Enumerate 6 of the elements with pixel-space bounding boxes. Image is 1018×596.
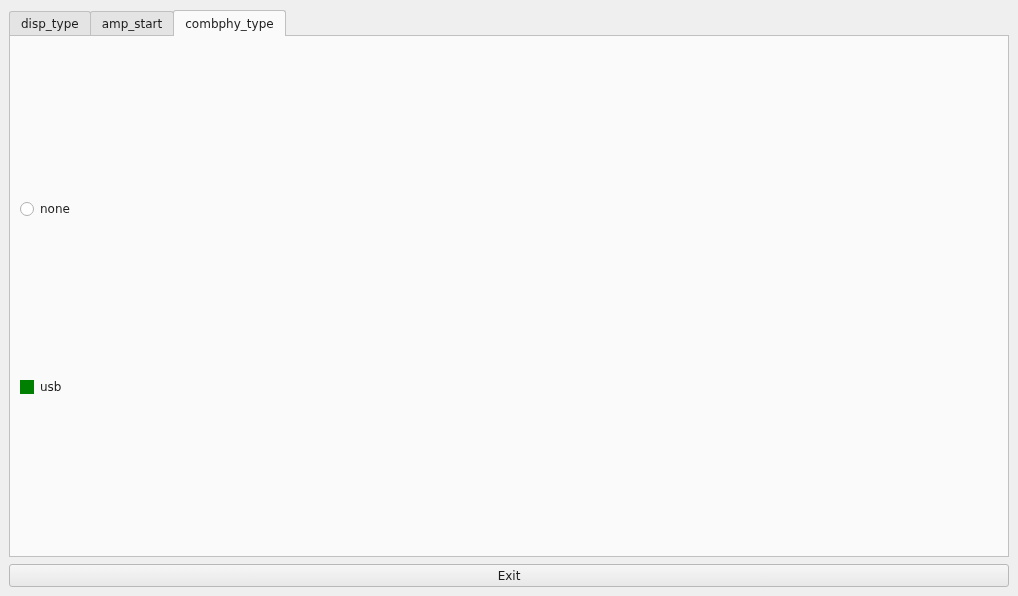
exit-button[interactable]: Exit xyxy=(9,564,1009,587)
tab[interactable]: disp_type xyxy=(9,11,91,35)
tab[interactable]: amp_start xyxy=(89,11,175,35)
radio-option[interactable]: usb xyxy=(20,378,62,396)
radio-option[interactable]: none xyxy=(20,200,70,218)
tab[interactable]: combphy_type xyxy=(173,10,286,36)
